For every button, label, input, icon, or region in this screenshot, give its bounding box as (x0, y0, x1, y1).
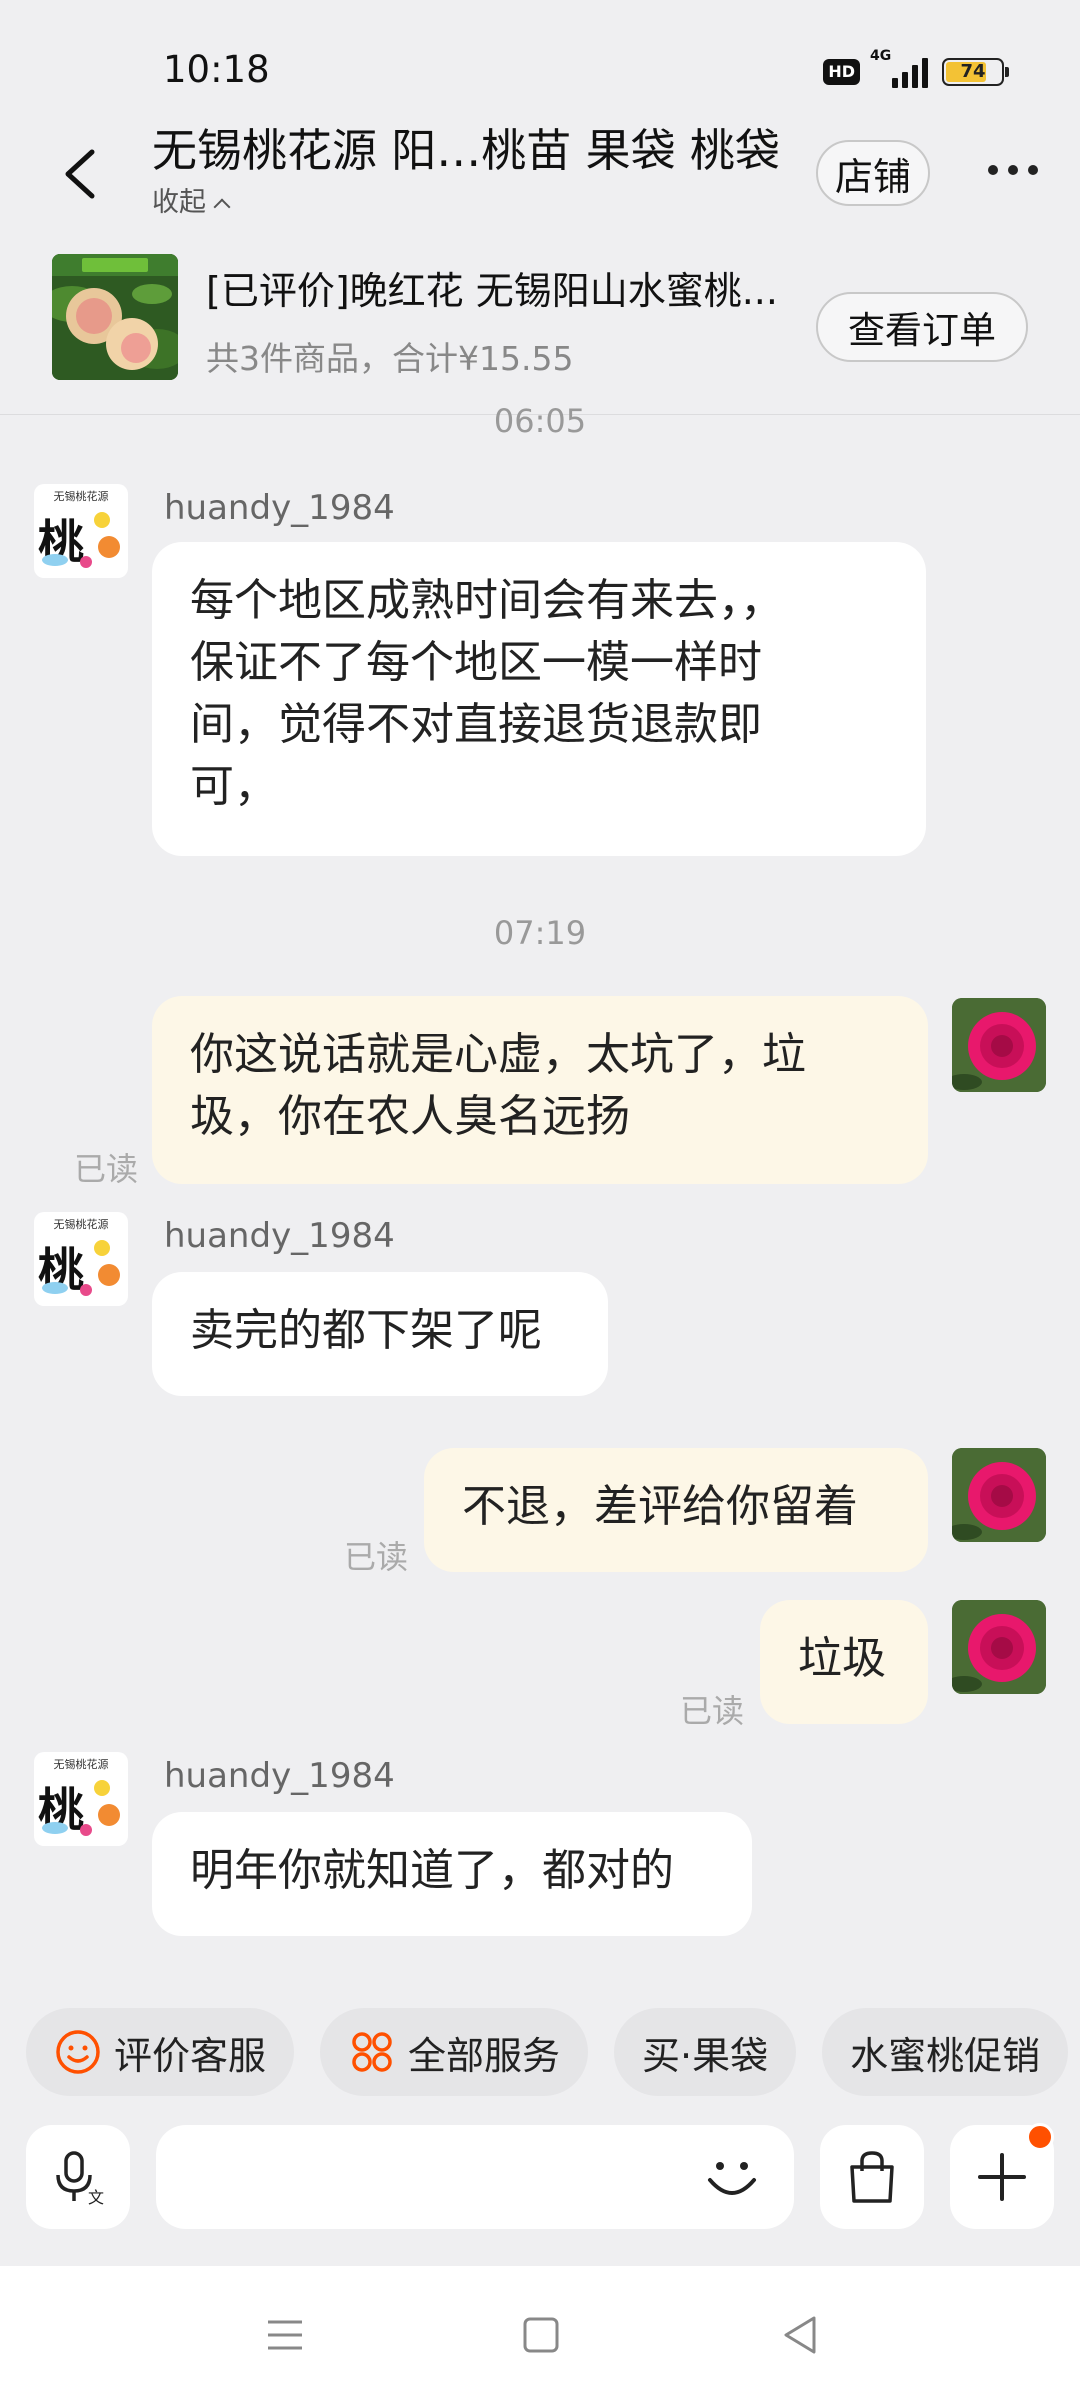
svg-text:文: 文 (88, 2188, 104, 2207)
user-avatar[interactable] (952, 1600, 1046, 1694)
menu-nav-button[interactable] (260, 2310, 310, 2360)
peach-image (52, 254, 178, 380)
sender-name: huandy_1984 (164, 1216, 395, 1256)
view-order-button[interactable]: 查看订单 (816, 292, 1028, 362)
more-button[interactable] (988, 165, 1038, 175)
emoji-icon (708, 2162, 756, 2195)
hd-icon: HD (823, 59, 860, 85)
user-avatar[interactable] (952, 998, 1046, 1092)
chip-all-services[interactable]: 全部服务 (320, 2008, 589, 2096)
back-button[interactable] (56, 146, 106, 202)
read-receipt: 已读 (74, 1150, 139, 1188)
notification-dot (1026, 2123, 1054, 2151)
timestamp: 07:19 (493, 914, 587, 952)
more-actions-button[interactable] (950, 2123, 1054, 2229)
user-avatar[interactable] (952, 1448, 1046, 1542)
chip-label: 水蜜桃促销 (850, 2033, 1041, 2078)
product-button[interactable] (820, 2125, 924, 2229)
back-nav-button[interactable] (776, 2310, 826, 2360)
message-bubble[interactable]: 不退，差评给你留着 (424, 1448, 928, 1572)
status-time: 10:18 (163, 48, 270, 91)
chip-label: 全部服务 (408, 2033, 561, 2078)
read-receipt: 已读 (344, 1538, 409, 1576)
chevron-up-icon (213, 198, 231, 216)
quick-actions: 评价客服 全部服务 买·果袋 水蜜桃促销 (26, 2008, 1069, 2098)
message-bubble[interactable]: 垃圾 (760, 1600, 928, 1724)
input-bar: 文 (0, 2110, 1080, 2266)
timestamp: 06:05 (493, 402, 587, 440)
status-icons: HD 4G 74 (823, 48, 1009, 92)
smile-icon (56, 2030, 100, 2074)
order-product-image[interactable] (52, 254, 178, 380)
chip-label: 评价客服 (114, 2033, 267, 2078)
seller-avatar[interactable]: 无锡桃花源 桃 (34, 1752, 128, 1846)
seller-avatar[interactable]: 无锡桃花源 桃 (34, 484, 128, 578)
square-icon (523, 2317, 559, 2353)
order-summary: 共3件商品，合计¥15.55 (206, 339, 574, 378)
system-nav-bar (0, 2266, 1080, 2400)
seller-avatar[interactable]: 无锡桃花源 桃 (34, 1212, 128, 1306)
message-bubble[interactable]: 每个地区成熟时间会有来去，， 保证不了每个地区一模一样时 间，觉得不对直接退货退… (152, 542, 926, 856)
rose-image (952, 998, 1046, 1092)
menu-icon (268, 2320, 302, 2350)
home-nav-button[interactable] (516, 2310, 566, 2360)
battery-icon: 74 (942, 58, 1009, 86)
network-type: 4G (870, 48, 892, 64)
battery-level: 74 (960, 61, 986, 82)
plus-icon (978, 2153, 1026, 2201)
message-bubble[interactable]: 明年你就知道了，都对的 (152, 1812, 752, 1936)
sender-name: huandy_1984 (164, 1756, 395, 1796)
store-button[interactable]: 店铺 (816, 140, 930, 206)
signal-icon: 4G (870, 48, 928, 88)
chip-label: 买·果袋 (642, 2033, 769, 2078)
chip-peach-promo[interactable]: 水蜜桃促销 (822, 2008, 1069, 2096)
rose-image (952, 1600, 1046, 1694)
collapse-label: 收起 (152, 187, 206, 218)
message-bubble[interactable]: 你这说话就是心虚，太坑了，垃 圾，你在农人臭名远扬 (152, 996, 928, 1184)
collapse-toggle[interactable]: 收起 (152, 180, 231, 219)
more-dots-icon (988, 165, 998, 175)
read-receipt: 已读 (680, 1692, 745, 1730)
chip-buy-bags[interactable]: 买·果袋 (614, 2008, 797, 2096)
chip-rate-service[interactable]: 评价客服 (26, 2008, 295, 2096)
voice-button[interactable]: 文 (26, 2125, 130, 2229)
chat-title[interactable]: 无锡桃花源 阳…桃苗 果袋 桃袋 (152, 114, 780, 179)
message-bubble[interactable]: 卖完的都下架了呢 (152, 1272, 608, 1396)
rose-image (952, 1448, 1046, 1542)
triangle-back-icon (784, 2316, 816, 2354)
voice-translate-icon: 文 (56, 2151, 104, 2207)
emoji-button[interactable] (692, 2140, 772, 2216)
chevron-left-icon (65, 149, 95, 199)
order-title[interactable]: [已评价]晚红花 无锡阳山水蜜桃... (206, 260, 778, 315)
sender-name: huandy_1984 (164, 488, 395, 528)
shopping-bag-icon (850, 2151, 894, 2203)
grid-icon (352, 2032, 392, 2072)
